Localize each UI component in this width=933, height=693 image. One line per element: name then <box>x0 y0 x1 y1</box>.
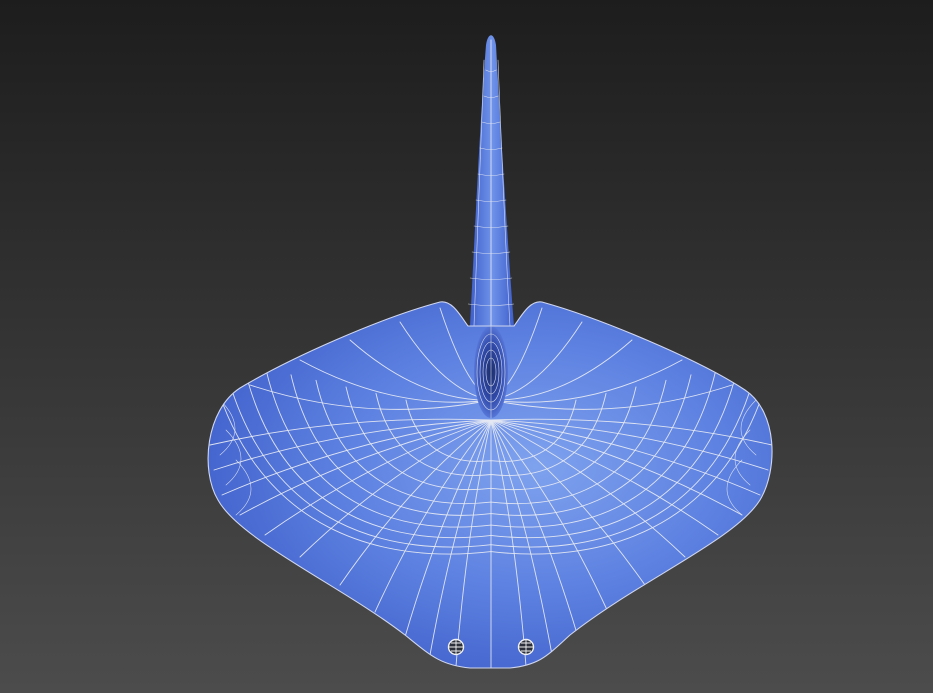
eye-marker-icon[interactable] <box>447 638 465 656</box>
viewport-canvas[interactable] <box>0 0 933 693</box>
3d-viewport[interactable] <box>0 0 933 693</box>
eye-marker-icon[interactable] <box>517 638 535 656</box>
